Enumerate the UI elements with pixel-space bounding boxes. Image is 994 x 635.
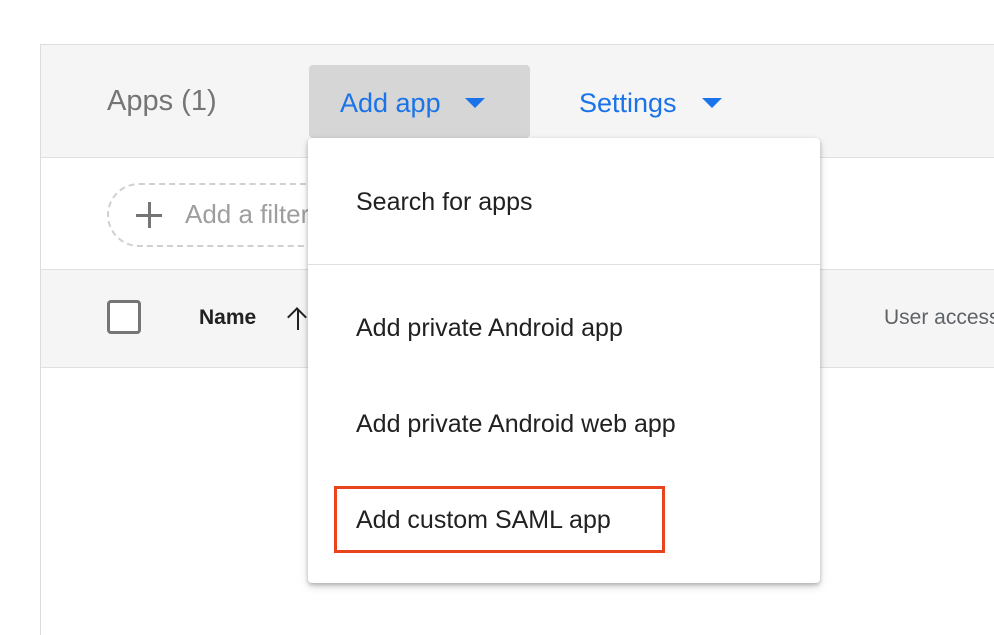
- select-all-checkbox[interactable]: [107, 300, 141, 334]
- menu-item-label: Add custom SAML app: [356, 506, 611, 534]
- caret-down-icon: [702, 98, 722, 108]
- caret-down-icon: [465, 98, 485, 108]
- settings-button[interactable]: Settings: [579, 65, 739, 138]
- add-filter-label: Add a filter: [185, 199, 310, 229]
- page-title: Apps (1): [107, 85, 217, 117]
- menu-item-add-private-android-web-app[interactable]: Add private Android web app: [308, 361, 820, 457]
- column-header-user-access[interactable]: User access: [884, 306, 994, 330]
- plus-icon: [136, 202, 162, 228]
- menu-item-add-custom-saml-app[interactable]: Add custom SAML app: [308, 457, 820, 557]
- settings-label: Settings: [579, 88, 677, 118]
- menu-item-label: Search for apps: [356, 188, 533, 216]
- add-app-label: Add app: [340, 88, 441, 118]
- add-app-menu: Search for apps Add private Android app …: [308, 138, 820, 583]
- column-header-name[interactable]: Name: [199, 306, 256, 330]
- add-app-button[interactable]: Add app: [309, 65, 530, 138]
- menu-item-label: Add private Android web app: [356, 410, 676, 438]
- arrow-up-icon[interactable]: [287, 306, 309, 330]
- menu-item-search-for-apps[interactable]: Search for apps: [308, 138, 820, 264]
- menu-item-add-private-android-app[interactable]: Add private Android app: [308, 265, 820, 361]
- menu-item-label: Add private Android app: [356, 314, 623, 342]
